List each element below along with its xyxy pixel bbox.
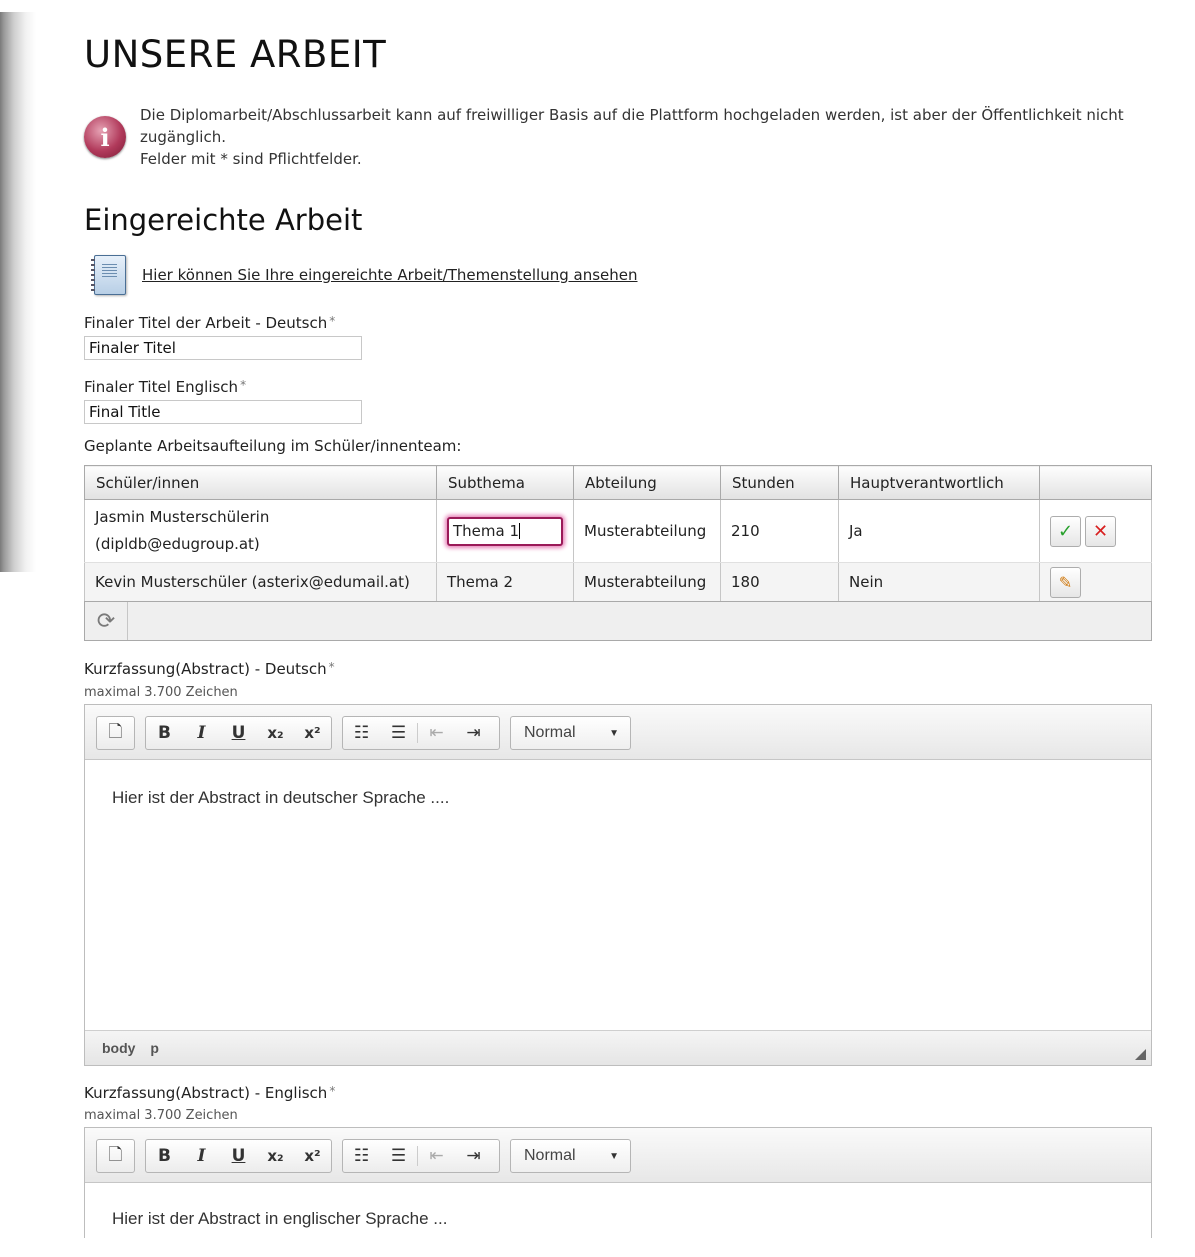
- haupt-cell: Ja: [838, 499, 1040, 563]
- resize-handle[interactable]: [1135, 1049, 1146, 1060]
- actions-cell: ✓ ✕: [1039, 499, 1152, 563]
- refresh-icon: ⟳: [96, 608, 116, 634]
- team-label: Geplante Arbeitsaufteilung im Schüler/in…: [84, 437, 462, 455]
- outdent-icon: ⇤: [429, 1146, 444, 1166]
- superscript-button[interactable]: x²: [294, 1147, 331, 1165]
- preview-button[interactable]: 🗋: [97, 719, 134, 748]
- edit-row-button[interactable]: ✎: [1050, 566, 1081, 598]
- info-text: Die Diplomarbeit/Abschlussarbeit kann au…: [140, 104, 1154, 170]
- pencil-icon: ✎: [1058, 572, 1073, 592]
- italic-button[interactable]: I: [183, 1146, 220, 1166]
- column-header-student[interactable]: Schüler/innen: [84, 465, 437, 500]
- preview-icon: 🗋: [108, 721, 123, 742]
- editor-statusbar: body p: [85, 1030, 1151, 1065]
- subthema-cell: Thema 2: [436, 562, 574, 602]
- info-icon: i: [84, 116, 126, 158]
- title-en-label: Finaler Titel Englisch *: [84, 378, 247, 396]
- abstract-en-label: Kurzfassung(Abstract) - Englisch *: [84, 1084, 336, 1102]
- abstract-de-label: Kurzfassung(Abstract) - Deutsch *: [84, 660, 335, 678]
- title-de-label: Finaler Titel der Arbeit - Deutsch *: [84, 314, 336, 332]
- abstract-de-hint: maximal 3.700 Zeichen: [84, 685, 238, 700]
- subscript-button[interactable]: x₂: [257, 1147, 294, 1165]
- team-table: Schüler/innen Subthema Abteilung Stunden…: [84, 465, 1152, 641]
- abteilung-cell: Musterabteilung: [573, 562, 721, 602]
- italic-button[interactable]: I: [183, 723, 220, 743]
- subthema-cell: Thema 1: [436, 499, 574, 563]
- ordered-list-icon: ☷: [353, 723, 370, 743]
- ordered-list-button[interactable]: ☷: [343, 1146, 380, 1166]
- bullet-list-icon: ☰: [390, 723, 407, 743]
- ordered-list-icon: ☷: [353, 1146, 370, 1166]
- section-heading-submitted: Eingereichte Arbeit: [84, 203, 363, 237]
- stunden-cell: 180: [720, 562, 839, 602]
- column-header-haupt[interactable]: Hauptverantwortlich: [838, 465, 1040, 500]
- info-line: Felder mit * sind Pflichtfelder.: [140, 150, 362, 168]
- subthema-edit-input[interactable]: Thema 1: [447, 516, 563, 546]
- indent-icon: ⇥: [466, 1146, 481, 1166]
- bullet-list-icon: ☰: [390, 1146, 407, 1166]
- bold-button[interactable]: B: [146, 723, 183, 743]
- bullet-list-button[interactable]: ☰: [380, 1146, 417, 1166]
- stunden-cell: 210: [720, 499, 839, 563]
- table-row[interactable]: Jasmin Musterschülerin (dipldb@edugroup.…: [84, 499, 1152, 563]
- superscript-button[interactable]: x²: [294, 724, 331, 742]
- column-header-subthema[interactable]: Subthema: [436, 465, 574, 500]
- indent-button[interactable]: ⇥: [455, 1146, 492, 1166]
- indent-icon: ⇥: [466, 723, 481, 743]
- title-de-input[interactable]: Finaler Titel: [84, 336, 362, 360]
- ordered-list-button[interactable]: ☷: [343, 723, 380, 743]
- abstract-en-editor: 🗋 B I U x₂ x² ☷ ☰ ⇤ ⇥ Normal ▼ Hier ist d…: [84, 1127, 1152, 1238]
- path-body[interactable]: body: [102, 1040, 135, 1056]
- abteilung-cell: Musterabteilung: [573, 499, 721, 563]
- abstract-en-hint: maximal 3.700 Zeichen: [84, 1108, 238, 1123]
- format-dropdown[interactable]: Normal ▼: [510, 1139, 631, 1173]
- abstract-en-content[interactable]: Hier ist der Abstract in englischer Spra…: [85, 1183, 1151, 1257]
- save-row-button[interactable]: ✓: [1050, 515, 1081, 547]
- cancel-edit-button[interactable]: ✕: [1085, 515, 1116, 547]
- path-p[interactable]: p: [150, 1040, 159, 1056]
- checkmark-icon: ✓: [1057, 520, 1074, 542]
- underline-button[interactable]: U: [220, 723, 257, 743]
- close-icon: ✕: [1092, 520, 1109, 542]
- outdent-button[interactable]: ⇤: [418, 723, 455, 743]
- refresh-button[interactable]: ⟳: [85, 602, 128, 640]
- page-title: UNSERE ARBEIT: [84, 33, 387, 76]
- column-header-stunden[interactable]: Stunden: [720, 465, 839, 500]
- chevron-down-icon: ▼: [609, 727, 619, 739]
- actions-cell: ✎: [1039, 562, 1152, 602]
- abstract-de-content[interactable]: Hier ist der Abstract in deutscher Sprac…: [85, 760, 1151, 836]
- notebook-icon: [91, 255, 126, 295]
- submitted-work-row: Hier können Sie Ihre eingereichte Arbeit…: [91, 255, 638, 295]
- text-caret: [519, 522, 521, 539]
- editor-toolbar: 🗋 B I U x₂ x² ☷ ☰ ⇤ ⇥ Normal ▼: [85, 705, 1151, 760]
- left-page-shadow: [0, 12, 36, 572]
- table-row[interactable]: Kevin Musterschüler (asterix@edumail.at)…: [84, 562, 1152, 602]
- preview-button[interactable]: 🗋: [97, 1142, 134, 1171]
- editor-toolbar: 🗋 B I U x₂ x² ☷ ☰ ⇤ ⇥ Normal ▼: [85, 1128, 1151, 1183]
- info-line: Die Diplomarbeit/Abschlussarbeit kann au…: [140, 106, 1124, 146]
- preview-icon: 🗋: [108, 1144, 123, 1165]
- bullet-list-button[interactable]: ☰: [380, 723, 417, 743]
- chevron-down-icon: ▼: [609, 1150, 619, 1162]
- outdent-icon: ⇤: [429, 723, 444, 743]
- student-cell: Jasmin Musterschülerin (dipldb@edugroup.…: [84, 499, 437, 563]
- title-en-input[interactable]: Final Title: [84, 400, 362, 424]
- table-footer: ⟳: [84, 601, 1152, 641]
- underline-button[interactable]: U: [220, 1146, 257, 1166]
- view-submitted-work-link[interactable]: Hier können Sie Ihre eingereichte Arbeit…: [142, 266, 638, 284]
- format-dropdown[interactable]: Normal ▼: [510, 716, 631, 750]
- info-box: i Die Diplomarbeit/Abschlussarbeit kann …: [84, 104, 1154, 170]
- student-cell: Kevin Musterschüler (asterix@edumail.at): [84, 562, 437, 602]
- indent-button[interactable]: ⇥: [455, 723, 492, 743]
- outdent-button[interactable]: ⇤: [418, 1146, 455, 1166]
- bold-button[interactable]: B: [146, 1146, 183, 1166]
- subscript-button[interactable]: x₂: [257, 724, 294, 742]
- abstract-de-editor: 🗋 B I U x₂ x² ☷ ☰ ⇤ ⇥ Normal ▼ Hier ist d…: [84, 704, 1152, 1066]
- column-header-abteilung[interactable]: Abteilung: [573, 465, 721, 500]
- column-header-actions: [1039, 465, 1152, 500]
- haupt-cell: Nein: [838, 562, 1040, 602]
